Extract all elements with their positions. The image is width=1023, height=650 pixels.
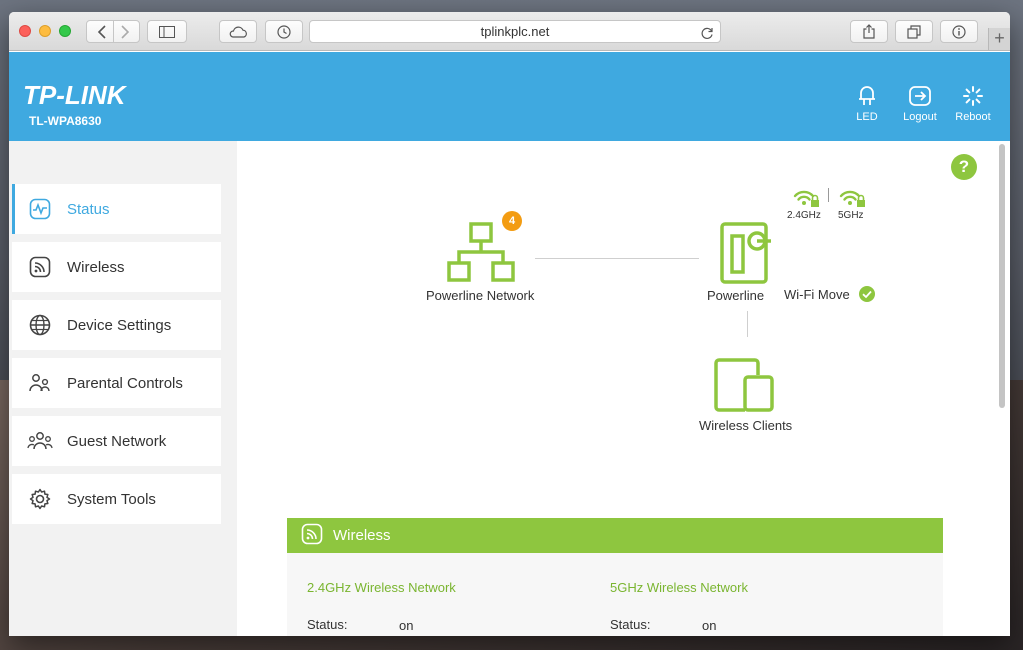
net24-title: 2.4GHz Wireless Network [307,580,456,595]
info-icon [952,24,966,39]
tabs-overview-button[interactable] [895,20,933,43]
sidebar-item-wireless[interactable]: Wireless [12,242,221,292]
minimize-window-button[interactable] [39,25,51,37]
reboot-label: Reboot [955,111,991,123]
connection-line-vertical [747,311,748,337]
guest-icon [27,428,53,454]
powerline-label: Powerline [707,288,765,303]
powerline-count-badge: 4 [502,211,522,231]
sidebar-icon [159,25,175,38]
address-bar[interactable]: tplinkplc.net [309,20,721,43]
net24-status-label: Status: [307,617,348,632]
led-button[interactable]: LED [842,85,892,123]
sidebar-toggle-button[interactable] [147,20,187,43]
sidebar-item-label: System Tools [67,490,156,508]
help-button[interactable]: ? [951,154,977,180]
powerline-adapter-icon [720,222,771,284]
sidebar-item-label: Parental Controls [67,374,183,392]
browser-toolbar: tplinkplc.net + [9,12,1010,51]
sidebar-item-label: Guest Network [67,432,167,450]
net5-status-label: Status: [610,617,651,632]
wireless-clients-label: Wireless Clients [699,418,793,433]
sidebar-item-label: Status [67,200,110,218]
share-icon [863,24,875,39]
wifi-24ghz-lock-icon [793,190,819,207]
led-bulb-icon [859,86,875,105]
clock-icon [277,24,291,39]
wireless-panel-header: Wireless [287,518,943,553]
connection-line [535,258,699,259]
new-tab-button[interactable]: + [988,28,1010,50]
zoom-window-button[interactable] [59,25,71,37]
app-header: TP-LINK TL-WPA8630 LED Logout Reboot [9,52,1010,141]
gear-icon [27,486,53,512]
net5-title: 5GHz Wireless Network [610,580,748,595]
sidebar-item-system-tools[interactable]: System Tools [12,474,221,524]
wifi-move-label: Wi-Fi Move [784,287,850,302]
tabs-icon [907,24,921,39]
check-circle-icon [859,286,875,302]
info-button[interactable] [940,20,978,43]
sidebar-item-parental-controls[interactable]: Parental Controls [12,358,221,408]
reboot-icon [963,86,983,106]
band-24ghz-label: 2.4GHz [787,210,821,221]
logout-icon [909,86,931,106]
content-scrollbar[interactable] [999,144,1005,408]
band-divider [828,188,829,202]
sidebar-item-label: Device Settings [67,316,172,334]
logout-button[interactable]: Logout [895,85,945,123]
network-topology-icon [447,222,515,282]
sidebar: Status Wireless Device Settings Parental… [9,141,237,636]
net24-status-value: on [399,618,414,633]
url-text: tplinkplc.net [480,24,550,39]
sidebar-item-device-settings[interactable]: Device Settings [12,300,221,350]
sidebar-item-status[interactable]: Status [12,184,221,234]
band-5ghz-label: 5GHz [838,210,864,221]
reload-icon[interactable] [701,25,714,46]
net5-status-value: on [702,618,717,633]
globe-icon [27,312,53,338]
parental-icon [27,370,53,396]
wireless-clients-icon [714,358,774,412]
back-icon[interactable] [97,24,107,39]
forward-icon[interactable] [120,24,130,39]
history-button[interactable] [265,20,303,43]
reboot-button[interactable]: Reboot [948,85,998,123]
powerline-network-label: Powerline Network [426,288,535,303]
wireless-icon [27,254,53,280]
icloud-tabs-button[interactable] [219,20,257,43]
close-window-button[interactable] [19,25,31,37]
sidebar-item-label: Wireless [67,258,125,276]
device-model: TL-WPA8630 [29,114,102,128]
status-pulse-icon [27,196,53,222]
cloud-icon [229,26,247,38]
led-label: LED [856,111,878,123]
share-button[interactable] [850,20,888,43]
wireless-icon [301,523,323,549]
tplink-logo: TP-LINK [23,80,126,110]
back-forward-group [86,20,140,43]
wifi-5ghz-lock-icon [839,190,865,207]
sidebar-item-guest-network[interactable]: Guest Network [12,416,221,466]
logout-label: Logout [903,111,937,123]
wireless-panel-title: Wireless [333,527,391,544]
